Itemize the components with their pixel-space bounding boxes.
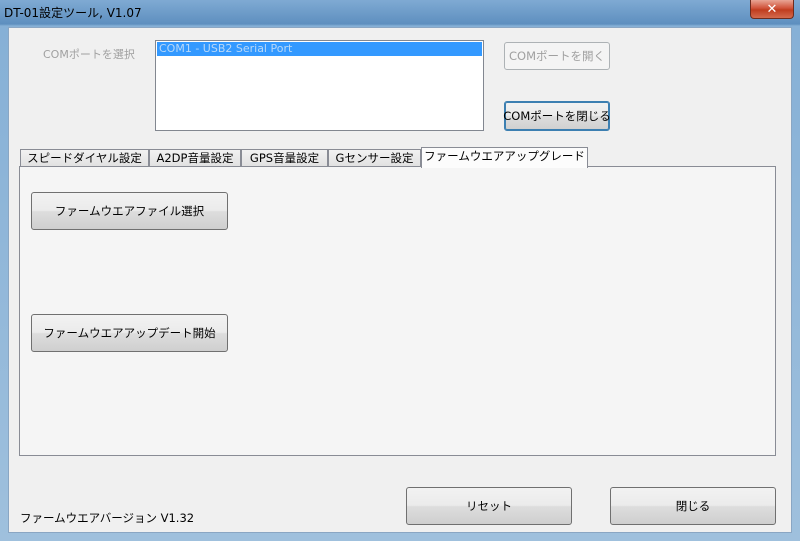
select-firmware-file-button[interactable]: ファームウエアファイル選択 (31, 192, 228, 230)
close-button[interactable]: 閉じる (610, 487, 776, 525)
close-com-port-button[interactable]: COMポートを閉じる (503, 101, 611, 131)
tab-speed-dial[interactable]: スピードダイヤル設定 (20, 149, 149, 167)
reset-button[interactable]: リセット (406, 487, 572, 525)
start-firmware-update-button[interactable]: ファームウエアアップデート開始 (31, 314, 228, 352)
tab-gps-volume[interactable]: GPS音量設定 (241, 149, 328, 167)
window-close-button[interactable]: ✕ (750, 0, 794, 19)
title-bar[interactable]: DT-01設定ツール, V1.07 ✕ (0, 0, 800, 26)
com-port-list-item[interactable]: COM1 - USB2 Serial Port (157, 42, 482, 56)
firmware-upgrade-panel: ファームウエアファイル選択 ファームウエアアップデート開始 (19, 166, 776, 456)
close-icon: ✕ (766, 1, 778, 17)
firmware-version-label: ファームウエアバージョン V1.32 (20, 511, 195, 525)
com-port-label: COMポートを選択 (43, 48, 135, 61)
com-port-list[interactable]: COM1 - USB2 Serial Port (155, 40, 484, 131)
tab-firmware-upgrade[interactable]: ファームウエアアップグレード (421, 147, 588, 168)
tab-a2dp-volume[interactable]: A2DP音量設定 (149, 149, 241, 167)
window-title: DT-01設定ツール, V1.07 (4, 6, 142, 20)
tab-g-sensor[interactable]: Gセンサー設定 (328, 149, 421, 167)
open-com-port-button[interactable]: COMポートを開く (504, 42, 610, 70)
app-window: DT-01設定ツール, V1.07 ✕ COMポートを選択 COM1 - USB… (0, 0, 800, 541)
